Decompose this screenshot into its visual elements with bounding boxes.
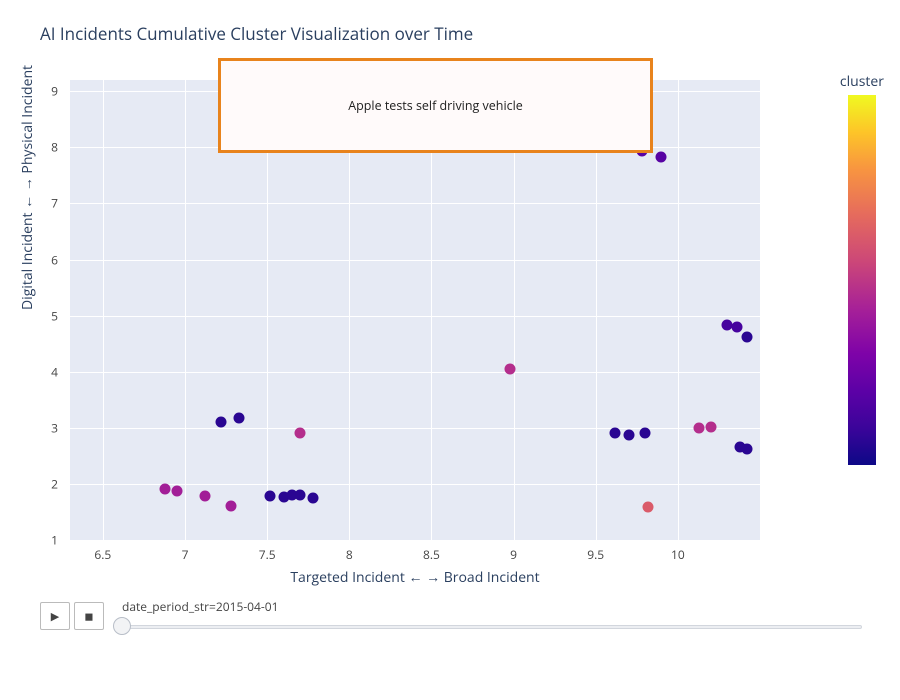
play-button[interactable]: ▶ <box>40 602 70 630</box>
slider-thumb[interactable] <box>113 617 131 635</box>
data-point[interactable] <box>694 423 705 434</box>
data-point[interactable] <box>226 501 237 512</box>
data-point[interactable] <box>732 322 743 333</box>
x-axis-label: Targeted Incident ← → Broad Incident <box>70 568 760 587</box>
y-tick-label: 5 <box>51 307 58 324</box>
data-point[interactable] <box>610 427 621 438</box>
data-point[interactable] <box>216 417 227 428</box>
stop-button[interactable]: ◼ <box>74 602 104 630</box>
slider-tick-container <box>122 634 862 644</box>
data-point[interactable] <box>171 485 182 496</box>
data-point[interactable] <box>741 331 752 342</box>
data-point[interactable] <box>643 502 654 513</box>
chart-title: AI Incidents Cumulative Cluster Visualiz… <box>40 22 473 45</box>
x-tick-label: 7 <box>182 546 189 563</box>
y-tick-label: 9 <box>51 83 58 100</box>
y-tick-label: 2 <box>51 475 58 492</box>
x-tick-label: 8 <box>346 546 353 563</box>
data-point[interactable] <box>295 428 306 439</box>
data-point[interactable] <box>640 428 651 439</box>
data-point[interactable] <box>160 483 171 494</box>
animation-controls: ▶ ◼ <box>40 602 104 630</box>
y-axis-label: Digital Incident ← → Physical Incident <box>18 65 37 310</box>
data-point[interactable] <box>705 422 716 433</box>
x-tick-label: 9 <box>510 546 517 563</box>
data-point[interactable] <box>295 490 306 501</box>
y-tick-label: 8 <box>51 139 58 156</box>
data-point[interactable] <box>656 151 667 162</box>
data-point[interactable] <box>265 490 276 501</box>
x-tick-label: 8.5 <box>423 546 440 563</box>
slider-rail <box>122 625 862 629</box>
y-tick-label: 3 <box>51 419 58 436</box>
data-point[interactable] <box>623 429 634 440</box>
colorbar <box>848 95 876 465</box>
x-tick-label: 10 <box>671 546 685 563</box>
data-point[interactable] <box>199 491 210 502</box>
y-tick-label: 6 <box>51 251 58 268</box>
data-point[interactable] <box>308 492 319 503</box>
y-tick-label: 7 <box>51 195 58 212</box>
y-tick-label: 1 <box>51 532 58 549</box>
data-point[interactable] <box>741 444 752 455</box>
slider-current-label: date_period_str=2015-04-01 <box>122 598 279 615</box>
x-tick-label: 7.5 <box>259 546 276 563</box>
data-point[interactable] <box>234 412 245 423</box>
x-tick-label: 9.5 <box>587 546 604 563</box>
x-tick-label: 6.5 <box>94 546 111 563</box>
annotation-box: Apple tests self driving vehicle <box>218 58 653 153</box>
colorbar-title: cluster <box>840 72 884 91</box>
y-tick-label: 4 <box>51 363 58 380</box>
data-point[interactable] <box>505 363 516 374</box>
time-slider[interactable] <box>122 618 862 634</box>
